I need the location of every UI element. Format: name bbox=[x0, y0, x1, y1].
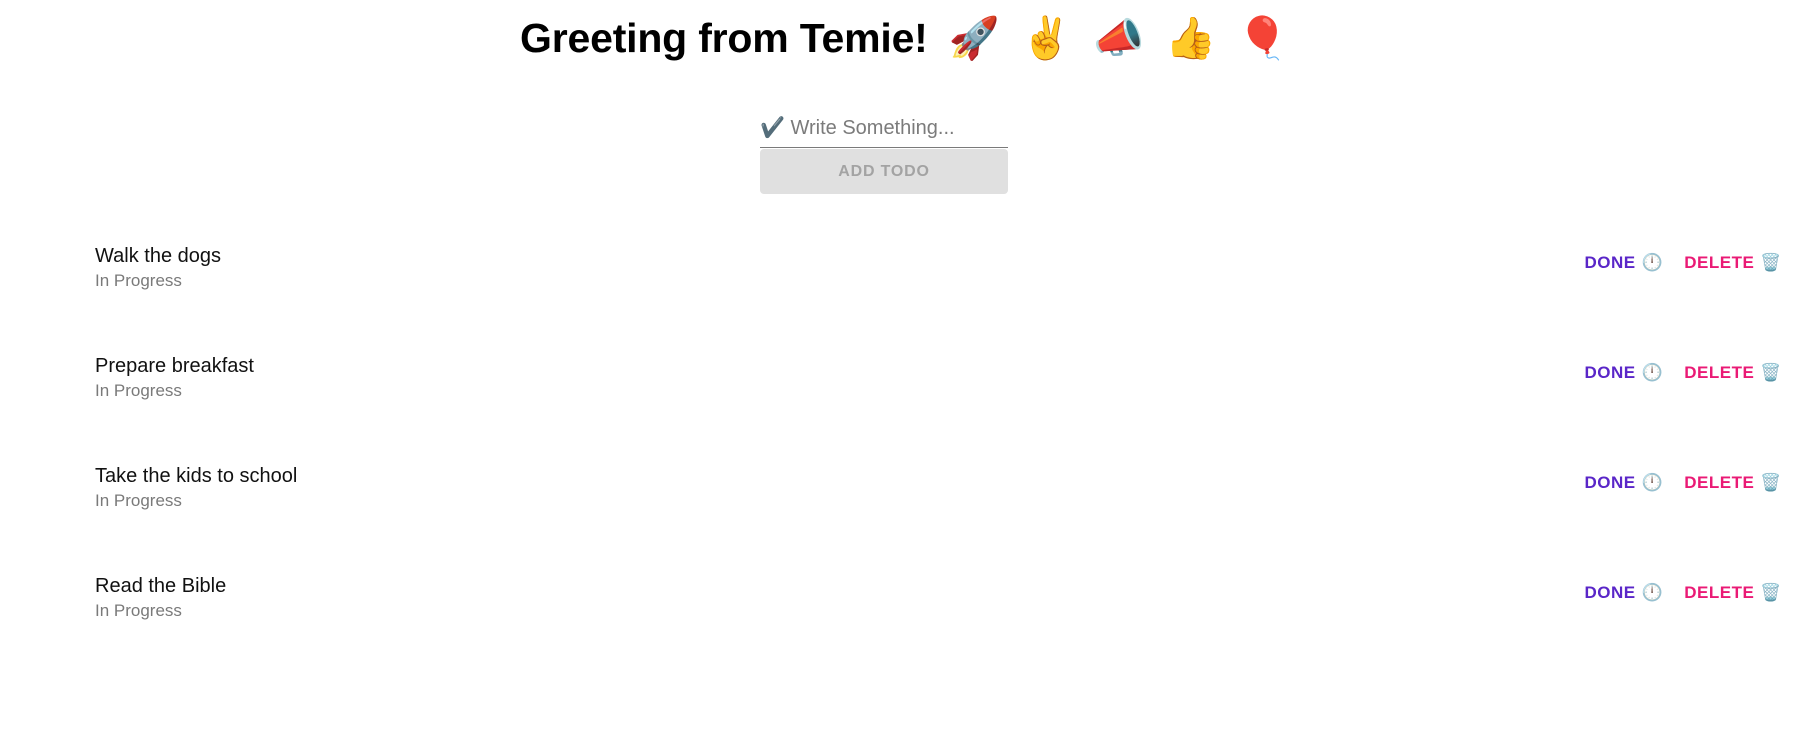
page-title: Greeting from Temie! 🚀 ✌️ 📣 👍 🎈 bbox=[0, 10, 1808, 66]
trash-icon: 🗑️ bbox=[1760, 473, 1782, 492]
todo-text: Read the Bible In Progress bbox=[95, 573, 226, 623]
todo-status: In Progress bbox=[95, 381, 182, 400]
todo-actions: DONE 🕛 DELETE 🗑️ bbox=[1584, 583, 1782, 603]
todo-title: Take the kids to school bbox=[95, 465, 298, 487]
delete-label: DELETE bbox=[1684, 473, 1755, 492]
megaphone-icon: 📣 bbox=[1092, 15, 1144, 61]
todo-title: Read the Bible bbox=[95, 575, 227, 597]
add-todo-form: ADD TODO bbox=[760, 110, 1008, 194]
delete-label: DELETE bbox=[1684, 363, 1755, 382]
todo-status: In Progress bbox=[95, 491, 182, 510]
todo-actions: DONE 🕛 DELETE 🗑️ bbox=[1584, 363, 1782, 383]
delete-button[interactable]: DELETE 🗑️ bbox=[1684, 253, 1782, 273]
trash-icon: 🗑️ bbox=[1760, 253, 1782, 272]
rocket-icon: 🚀 bbox=[948, 15, 1000, 61]
delete-label: DELETE bbox=[1684, 253, 1755, 272]
todo-text: Take the kids to school In Progress bbox=[95, 463, 297, 513]
victory-hand-icon: ✌️ bbox=[1020, 15, 1072, 61]
trash-icon: 🗑️ bbox=[1760, 583, 1782, 602]
clock-icon: 🕛 bbox=[1641, 583, 1664, 602]
todo-text: Prepare breakfast In Progress bbox=[95, 353, 254, 403]
done-label: DONE bbox=[1584, 583, 1636, 602]
todo-status: In Progress bbox=[95, 601, 182, 620]
todo-title: Walk the dogs bbox=[95, 245, 221, 267]
done-button[interactable]: DONE 🕛 bbox=[1584, 473, 1663, 493]
done-label: DONE bbox=[1584, 473, 1636, 492]
todo-item: Take the kids to school In Progress DONE… bbox=[0, 457, 1808, 567]
todo-text: Walk the dogs In Progress bbox=[95, 243, 221, 293]
clock-icon: 🕛 bbox=[1641, 363, 1664, 382]
done-button[interactable]: DONE 🕛 bbox=[1584, 363, 1663, 383]
done-button[interactable]: DONE 🕛 bbox=[1584, 583, 1663, 603]
delete-button[interactable]: DELETE 🗑️ bbox=[1684, 583, 1782, 603]
todo-input-wrapper bbox=[760, 110, 1008, 148]
todo-app: Greeting from Temie! 🚀 ✌️ 📣 👍 🎈 ADD TODO… bbox=[0, 0, 1808, 750]
todo-item: Read the Bible In Progress DONE 🕛 DELETE… bbox=[0, 567, 1808, 677]
todo-status: In Progress bbox=[95, 271, 182, 290]
todo-item: Walk the dogs In Progress DONE 🕛 DELETE … bbox=[0, 237, 1808, 347]
delete-button[interactable]: DELETE 🗑️ bbox=[1684, 473, 1782, 493]
done-label: DONE bbox=[1584, 363, 1636, 382]
delete-button[interactable]: DELETE 🗑️ bbox=[1684, 363, 1782, 383]
clock-icon: 🕛 bbox=[1641, 253, 1664, 272]
add-todo-button[interactable]: ADD TODO bbox=[760, 149, 1008, 194]
todo-item: Prepare breakfast In Progress DONE 🕛 DEL… bbox=[0, 347, 1808, 457]
thumbs-up-icon: 👍 bbox=[1165, 15, 1216, 61]
done-label: DONE bbox=[1584, 253, 1636, 272]
delete-label: DELETE bbox=[1684, 583, 1755, 602]
todo-title: Prepare breakfast bbox=[95, 355, 254, 377]
todo-actions: DONE 🕛 DELETE 🗑️ bbox=[1584, 473, 1782, 493]
trash-icon: 🗑️ bbox=[1760, 363, 1782, 382]
clock-icon: 🕛 bbox=[1641, 473, 1664, 492]
todo-actions: DONE 🕛 DELETE 🗑️ bbox=[1584, 253, 1782, 273]
balloon-icon: 🎈 bbox=[1237, 15, 1288, 61]
todo-list: Walk the dogs In Progress DONE 🕛 DELETE … bbox=[0, 237, 1808, 677]
done-button[interactable]: DONE 🕛 bbox=[1584, 253, 1663, 273]
todo-input[interactable] bbox=[760, 110, 1008, 146]
title-text: Greeting from Temie! bbox=[520, 15, 928, 61]
